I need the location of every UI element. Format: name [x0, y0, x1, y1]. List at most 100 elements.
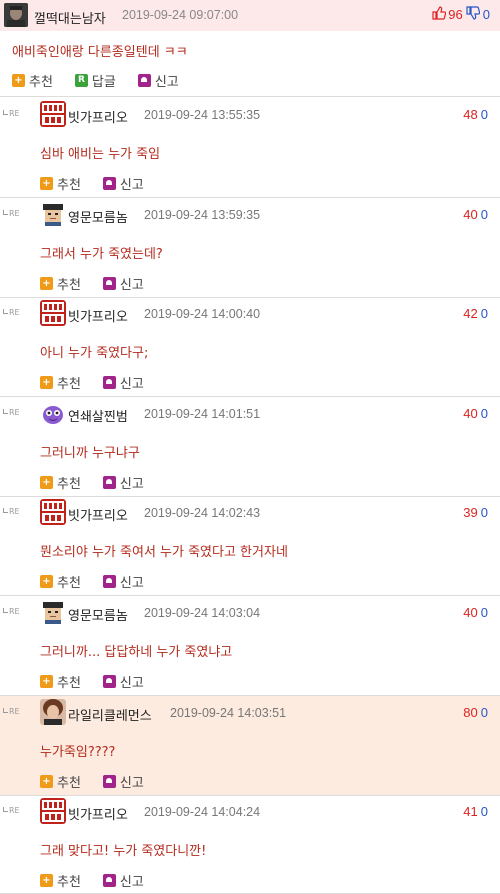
report-button[interactable]: 신고: [102, 572, 144, 591]
re-label: RE: [9, 806, 20, 815]
thumbs-up-icon[interactable]: [432, 6, 447, 23]
report-button[interactable]: 신고: [102, 473, 144, 492]
comment-down-count: 0: [480, 207, 488, 222]
report-button[interactable]: 신고: [102, 274, 144, 293]
comment-up-count: 48: [463, 107, 478, 122]
re-arrow-icon: RE: [3, 209, 20, 218]
plus-icon: +: [40, 674, 53, 688]
comment-item: RE 빗가프리오 2019-09-24 14:02:43 39 0 뭔소리야 누가 죽여서…: [0, 496, 500, 596]
report-icon: [102, 873, 116, 887]
comment-author[interactable]: 빗가프리오: [68, 804, 128, 823]
comment-author[interactable]: 영문모름놈: [68, 605, 128, 624]
report-button[interactable]: 신고: [102, 772, 144, 791]
plus-icon: +: [40, 375, 53, 389]
recommend-button[interactable]: + 추천: [40, 473, 81, 492]
post-body: 애비죽인애랑 다른종일텐데 ㅋㅋ: [12, 45, 188, 60]
report-label: 신고: [119, 476, 144, 492]
post-actions: + 추천 R 답글 신고: [12, 71, 201, 90]
comment-date: 2019-09-24 14:04:24: [144, 805, 261, 819]
comment-avatar[interactable]: [40, 400, 66, 426]
comment-avatar[interactable]: [40, 599, 66, 625]
comment-body: 그러니까... 답답하네 누가 죽였냐고: [40, 645, 233, 660]
report-label: 신고: [119, 675, 144, 691]
report-button[interactable]: 신고: [102, 672, 144, 691]
reply-label: 답글: [91, 74, 116, 90]
comment-avatar[interactable]: [40, 499, 66, 525]
plus-icon: +: [40, 574, 53, 588]
recommend-button[interactable]: + 추천: [40, 174, 81, 193]
comment-body: 뭔소리야 누가 죽여서 누가 죽였다고 한거자네: [40, 545, 288, 560]
recommend-button[interactable]: + 추천: [40, 672, 81, 691]
report-icon: [102, 574, 116, 588]
report-button[interactable]: 신고: [137, 71, 179, 90]
comment-up-count: 80: [463, 705, 478, 720]
report-label: 신고: [119, 874, 144, 890]
down-count: 0: [482, 7, 490, 22]
recommend-label: 추천: [57, 376, 81, 392]
report-button[interactable]: 신고: [102, 373, 144, 392]
comment-votes: 41 0: [463, 804, 488, 819]
comment-author[interactable]: 빗가프리오: [68, 505, 128, 524]
comment-actions: + 추천 신고: [40, 473, 166, 492]
comment-up-count: 41: [463, 804, 478, 819]
comment-avatar[interactable]: [40, 101, 66, 127]
reply-button[interactable]: R 답글: [74, 71, 116, 90]
comment-date: 2019-09-24 14:01:51: [144, 407, 261, 421]
re-label: RE: [9, 607, 20, 616]
comment-actions: + 추천 신고: [40, 572, 166, 591]
author-name[interactable]: 껄떡대는남자: [34, 8, 106, 27]
recommend-button[interactable]: + 추천: [40, 572, 81, 591]
comment-body: 그래서 누가 죽였는데?: [40, 247, 163, 262]
comment-date: 2019-09-24 14:03:51: [170, 706, 287, 720]
recommend-button[interactable]: + 추천: [40, 871, 81, 890]
comment-avatar[interactable]: [40, 300, 66, 326]
plus-icon: +: [40, 176, 53, 190]
comment-body: 아니 누가 죽였다구;: [40, 346, 149, 361]
re-arrow-icon: RE: [3, 109, 20, 118]
comment-actions: + 추천 신고: [40, 174, 166, 193]
comment-votes: 80 0: [463, 705, 488, 720]
author-avatar[interactable]: [4, 3, 28, 27]
comment-item: RE 빗가프리오 2019-09-24 13:55:35 48 0 심바 애비는 누가 죽…: [0, 98, 500, 198]
comment-up-count: 39: [463, 505, 478, 520]
comment-author[interactable]: 영문모름놈: [68, 207, 128, 226]
recommend-button[interactable]: + 추천: [12, 71, 53, 90]
comment-down-count: 0: [480, 605, 488, 620]
report-label: 신고: [154, 74, 179, 90]
comment-date: 2019-09-24 14:00:40: [144, 307, 261, 321]
recommend-button[interactable]: + 추천: [40, 772, 81, 791]
comment-author[interactable]: 빗가프리오: [68, 107, 128, 126]
report-icon: [102, 774, 116, 788]
comment-item: RE 영문모름놈 2019-09-24 13:59:35 40 0 그래서 누가 죽였는데…: [0, 198, 500, 298]
comment-date: 2019-09-24 14:03:04: [144, 606, 261, 620]
comment-votes: 48 0: [463, 107, 488, 122]
comment-down-count: 0: [480, 306, 488, 321]
report-label: 신고: [119, 376, 144, 392]
report-icon: [102, 674, 116, 688]
plus-icon: +: [40, 774, 53, 788]
post-date: 2019-09-24 09:07:00: [122, 8, 239, 22]
re-arrow-icon: RE: [3, 806, 20, 815]
thumbs-down-icon[interactable]: [466, 6, 481, 23]
comment-votes: 42 0: [463, 306, 488, 321]
comment-author[interactable]: 연쇄살찐범: [68, 406, 128, 425]
comment-avatar[interactable]: [40, 201, 66, 227]
re-label: RE: [9, 308, 20, 317]
report-button[interactable]: 신고: [102, 174, 144, 193]
report-icon: [102, 276, 116, 290]
comment-avatar[interactable]: [40, 699, 66, 725]
recommend-label: 추천: [57, 675, 81, 691]
comment-votes: 40 0: [463, 207, 488, 222]
recommend-button[interactable]: + 추천: [40, 274, 81, 293]
comment-date: 2019-09-24 13:55:35: [144, 108, 261, 122]
re-arrow-icon: RE: [3, 607, 20, 616]
comment-author[interactable]: 라일리클레먼스: [68, 705, 152, 724]
comment-item: RE 라일리클레먼스 2019-09-24 14:03:51 80 0 누가죽임???? +…: [0, 696, 500, 796]
comment-author[interactable]: 빗가프리오: [68, 306, 128, 325]
report-button[interactable]: 신고: [102, 871, 144, 890]
report-icon: [102, 475, 116, 489]
recommend-button[interactable]: + 추천: [40, 373, 81, 392]
comment-avatar[interactable]: [40, 798, 66, 824]
reply-icon: R: [74, 73, 88, 87]
comment-date: 2019-09-24 14:02:43: [144, 506, 261, 520]
